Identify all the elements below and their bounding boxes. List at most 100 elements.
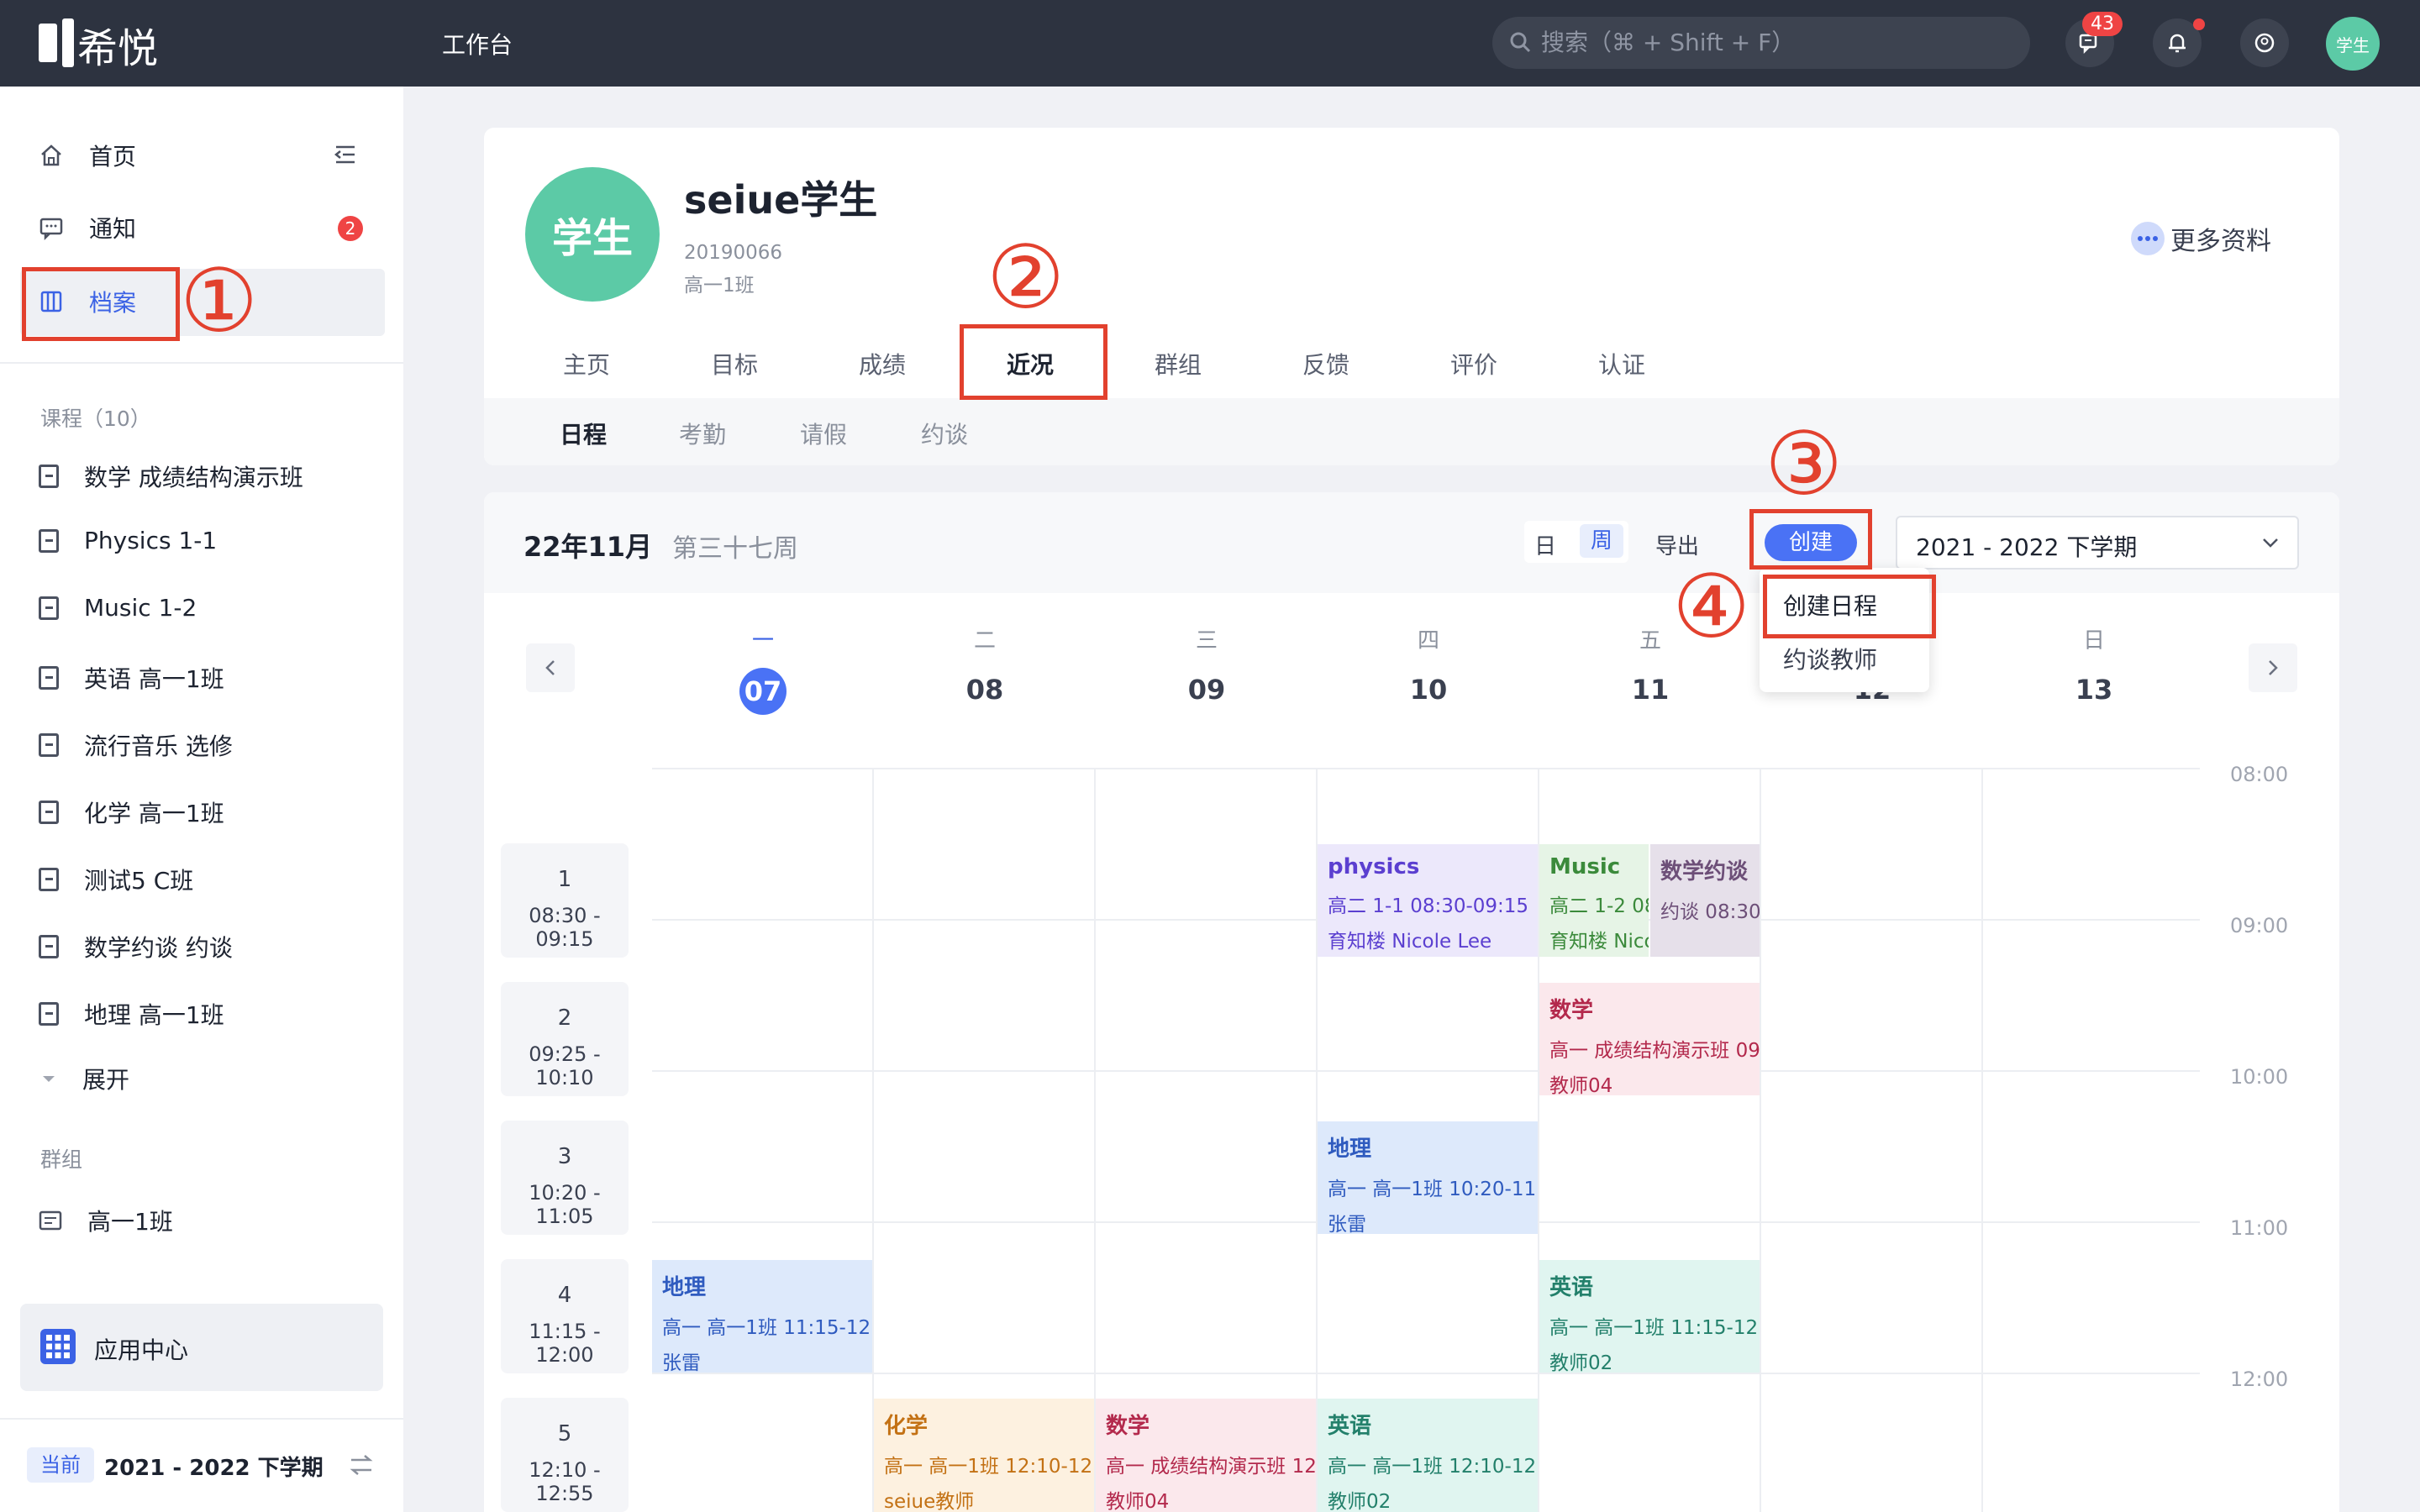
annotation-box-2 — [960, 324, 1107, 400]
tab-feedback[interactable]: 反馈 — [1302, 347, 1349, 381]
tab-groups[interactable]: 群组 — [1155, 347, 1202, 381]
student-id: 20190066 — [684, 242, 783, 264]
view-day-button[interactable]: 日 — [1534, 529, 1556, 560]
course-label: Physics 1-1 — [84, 527, 218, 554]
group-icon — [39, 1210, 62, 1231]
sidebar-course-item[interactable]: 测试5 C班 — [39, 863, 193, 896]
current-term-label[interactable]: 2021 - 2022 下学期 — [104, 1451, 324, 1482]
next-week-button[interactable] — [2249, 643, 2297, 692]
time-label: 09:00 — [2230, 914, 2289, 937]
grid-line — [652, 1373, 2200, 1374]
tab-certification[interactable]: 认证 — [1598, 347, 1645, 381]
sidebar-course-item[interactable]: Physics 1-1 — [39, 527, 217, 554]
more-info-button[interactable]: 更多资料 — [2130, 220, 2271, 257]
event-music[interactable]: Music 高二 1-2 08:30 育知楼 Nicole Lee — [1539, 844, 1649, 957]
sidebar-course-item[interactable]: 流行音乐 选修 — [39, 728, 233, 762]
sidebar-course-item[interactable]: 数学 成绩结构演示班 — [39, 459, 303, 493]
tab-evaluation[interactable]: 评价 — [1450, 347, 1497, 381]
menu-item-book-teacher[interactable]: 约谈教师 — [1783, 642, 1877, 675]
sidebar-course-item[interactable]: 化学 高一1班 — [39, 795, 224, 829]
sidebar-course-item[interactable]: 数学约谈 约谈 — [39, 930, 233, 963]
logo-icon-bar — [62, 18, 74, 67]
event-geography-mon[interactable]: 地理 高一 高一1班 11:15-12:00 张雷 — [652, 1260, 872, 1373]
event-detail: 高一 高一1班 12:10-12:55 — [884, 1456, 1094, 1478]
tab-grades[interactable]: 成绩 — [859, 347, 906, 381]
event-detail: 高二 1-1 08:30-09:15 — [1328, 895, 1529, 917]
event-chemistry[interactable]: 化学 高一 高一1班 12:10-12:55 seiue教师 — [874, 1399, 1094, 1512]
day-number-today[interactable]: 07 — [739, 668, 786, 715]
sidebar-course-item[interactable]: 地理 高一1班 — [39, 997, 224, 1031]
user-avatar[interactable]: 学生 — [2326, 17, 2380, 71]
course-label: 化学 高一1班 — [84, 800, 224, 827]
time-label: 10:00 — [2230, 1065, 2289, 1089]
day-name: 五 — [1639, 628, 1661, 654]
student-name: seiue学生 — [684, 177, 878, 223]
event-detail: 高一 成绩结构演示班 09:25 — [1549, 1040, 1760, 1062]
view-week-button[interactable]: 周 — [1580, 524, 1623, 558]
day-number[interactable]: 09 — [1181, 674, 1232, 706]
expand-button[interactable]: 展开 — [39, 1062, 129, 1095]
event-math-wed[interactable]: 数学 高一 成绩结构演示班 12:10 教师04 — [1096, 1399, 1316, 1512]
period-time: 12:10 - 12:55 — [529, 1458, 601, 1505]
event-detail: 高二 1-2 08:30 — [1549, 895, 1649, 917]
calendar-week: 第三十七周 — [672, 534, 798, 564]
event-english-thu[interactable]: 英语 高一 高一1班 12:10-12:55 教师02 — [1318, 1399, 1538, 1512]
tab-home[interactable]: 主页 — [563, 347, 610, 381]
collapse-sidebar-icon[interactable] — [333, 144, 358, 165]
sidebar-item-notice[interactable]: 通知 — [39, 211, 136, 244]
subtab-leave[interactable]: 请假 — [800, 417, 847, 450]
day-name: 一 — [751, 628, 774, 654]
event-detail: 教师04 — [1549, 1075, 1613, 1095]
day-number[interactable]: 10 — [1403, 674, 1454, 706]
sidebar-group-item[interactable]: 高一1班 — [39, 1204, 173, 1237]
term-select[interactable]: 2021 - 2022 下学期 — [1896, 516, 2299, 570]
event-detail: 高一 高一1班 11:15-12:00 — [662, 1317, 872, 1339]
subtab-schedule[interactable]: 日程 — [560, 417, 607, 450]
home-icon — [41, 144, 61, 166]
workbench-title[interactable]: 工作台 — [442, 27, 513, 60]
message-icon — [39, 218, 63, 240]
grid-line — [1760, 768, 1761, 1512]
day-name: 日 — [2082, 628, 2105, 654]
subtab-interview[interactable]: 约谈 — [921, 417, 968, 450]
course-label: 测试5 C班 — [84, 867, 194, 895]
period-number: 5 — [557, 1421, 572, 1446]
course-icon — [39, 596, 59, 620]
app-logo-text[interactable]: 希悦 — [77, 15, 158, 74]
event-detail: 高一 高一1班 12:10-12:55 — [1328, 1456, 1538, 1478]
period-number: 1 — [557, 867, 572, 892]
switch-term-icon[interactable] — [348, 1452, 375, 1478]
event-detail: 张雷 — [662, 1352, 701, 1373]
chevron-down-icon — [2263, 538, 2278, 548]
app-center-button[interactable]: 应用中心 — [20, 1304, 383, 1391]
event-title: 地理 — [662, 1275, 707, 1300]
course-icon — [39, 666, 59, 690]
sidebar-item-home[interactable]: 首页 — [39, 139, 136, 172]
event-detail: 高一 高一1班 10:20-11:05 — [1328, 1179, 1538, 1200]
courses-section-title: 课程（10） — [40, 407, 151, 431]
sidebar-course-item[interactable]: 英语 高一1班 — [39, 661, 224, 695]
subtab-attendance[interactable]: 考勤 — [679, 417, 726, 450]
event-title: physics — [1328, 854, 1420, 879]
prev-week-button[interactable] — [526, 643, 575, 692]
event-math-interview[interactable]: 数学约谈 约谈 08:30 — [1650, 844, 1760, 957]
period-time: 08:30 - 09:15 — [529, 904, 601, 951]
settings-button[interactable] — [2240, 18, 2289, 67]
event-math-fri[interactable]: 数学 高一 成绩结构演示班 09:25 教师04 — [1539, 983, 1760, 1095]
event-physics[interactable]: physics 高二 1-1 08:30-09:15 育知楼 Nicole Le… — [1318, 844, 1538, 957]
search-placeholder: 搜索（⌘ + Shift + F） — [1541, 29, 1796, 56]
event-english-fri[interactable]: 英语 高一 高一1班 11:15-12:00 教师02 — [1539, 1260, 1760, 1373]
day-number[interactable]: 08 — [960, 674, 1010, 706]
course-label: 地理 高一1班 — [84, 1001, 224, 1029]
search-input[interactable]: 搜索（⌘ + Shift + F） — [1492, 17, 2030, 69]
day-number[interactable]: 11 — [1625, 674, 1676, 706]
annotation-number-2: ② — [986, 226, 1065, 328]
event-geography-thu[interactable]: 地理 高一 高一1班 10:20-11:05 张雷 — [1318, 1121, 1538, 1234]
sidebar-course-item[interactable]: Music 1-2 — [39, 594, 197, 622]
event-detail: seiue教师 — [884, 1491, 975, 1512]
day-number[interactable]: 13 — [2069, 674, 2119, 706]
chevron-left-icon — [545, 660, 555, 675]
term-select-value: 2021 - 2022 下学期 — [1916, 533, 2138, 561]
tab-goals[interactable]: 目标 — [711, 347, 758, 381]
grid-icon — [40, 1329, 76, 1364]
